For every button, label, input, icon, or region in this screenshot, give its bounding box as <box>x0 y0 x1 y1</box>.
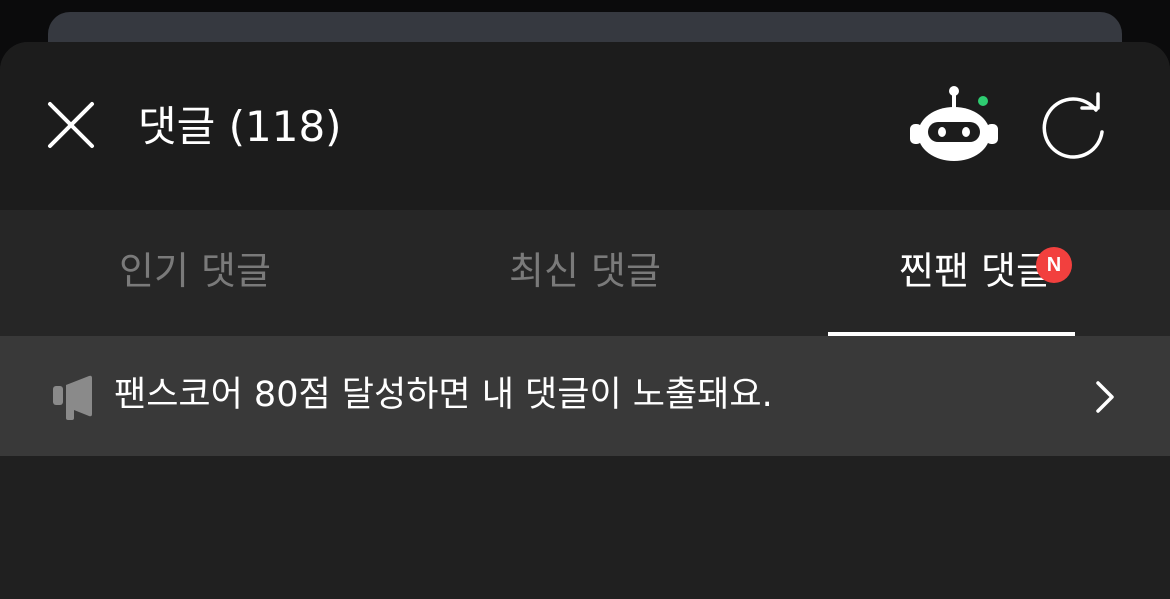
tab-true-fan[interactable]: 찐팬 댓글 <box>780 210 1170 336</box>
close-button[interactable] <box>40 94 102 156</box>
tab-label: 최신 댓글 <box>509 249 661 293</box>
comment-list-area <box>0 456 1170 599</box>
refresh-icon <box>1042 92 1104 159</box>
bot-button[interactable] <box>906 84 1002 166</box>
megaphone-icon <box>53 375 92 420</box>
page-title: 댓글 (118) <box>138 102 342 151</box>
comments-sheet: 댓글 (118) 인기 댓글 최신 댓글 찐팬 댓글 N 팬스코어 80점 달성… <box>0 42 1170 599</box>
tab-latest[interactable]: 최신 댓글 <box>390 210 780 336</box>
robot-icon <box>910 86 998 161</box>
status-dot <box>978 96 988 106</box>
fan-score-notice[interactable]: 팬스코어 80점 달성하면 내 댓글이 노출돼요. <box>0 336 1170 456</box>
sheet-header: 댓글 (118) <box>0 42 1170 210</box>
notice-text: 팬스코어 80점 달성하면 내 댓글이 노출돼요. <box>114 375 773 415</box>
refresh-button[interactable] <box>1036 92 1110 166</box>
chevron-right-icon <box>1096 381 1114 413</box>
comment-tabs: 인기 댓글 최신 댓글 찐팬 댓글 N <box>0 210 1170 336</box>
close-icon <box>48 102 94 148</box>
new-badge: N <box>1036 247 1072 283</box>
tab-label: 찐팬 댓글 <box>899 249 1051 293</box>
tab-label: 인기 댓글 <box>119 249 271 293</box>
tab-popular[interactable]: 인기 댓글 <box>0 210 390 336</box>
